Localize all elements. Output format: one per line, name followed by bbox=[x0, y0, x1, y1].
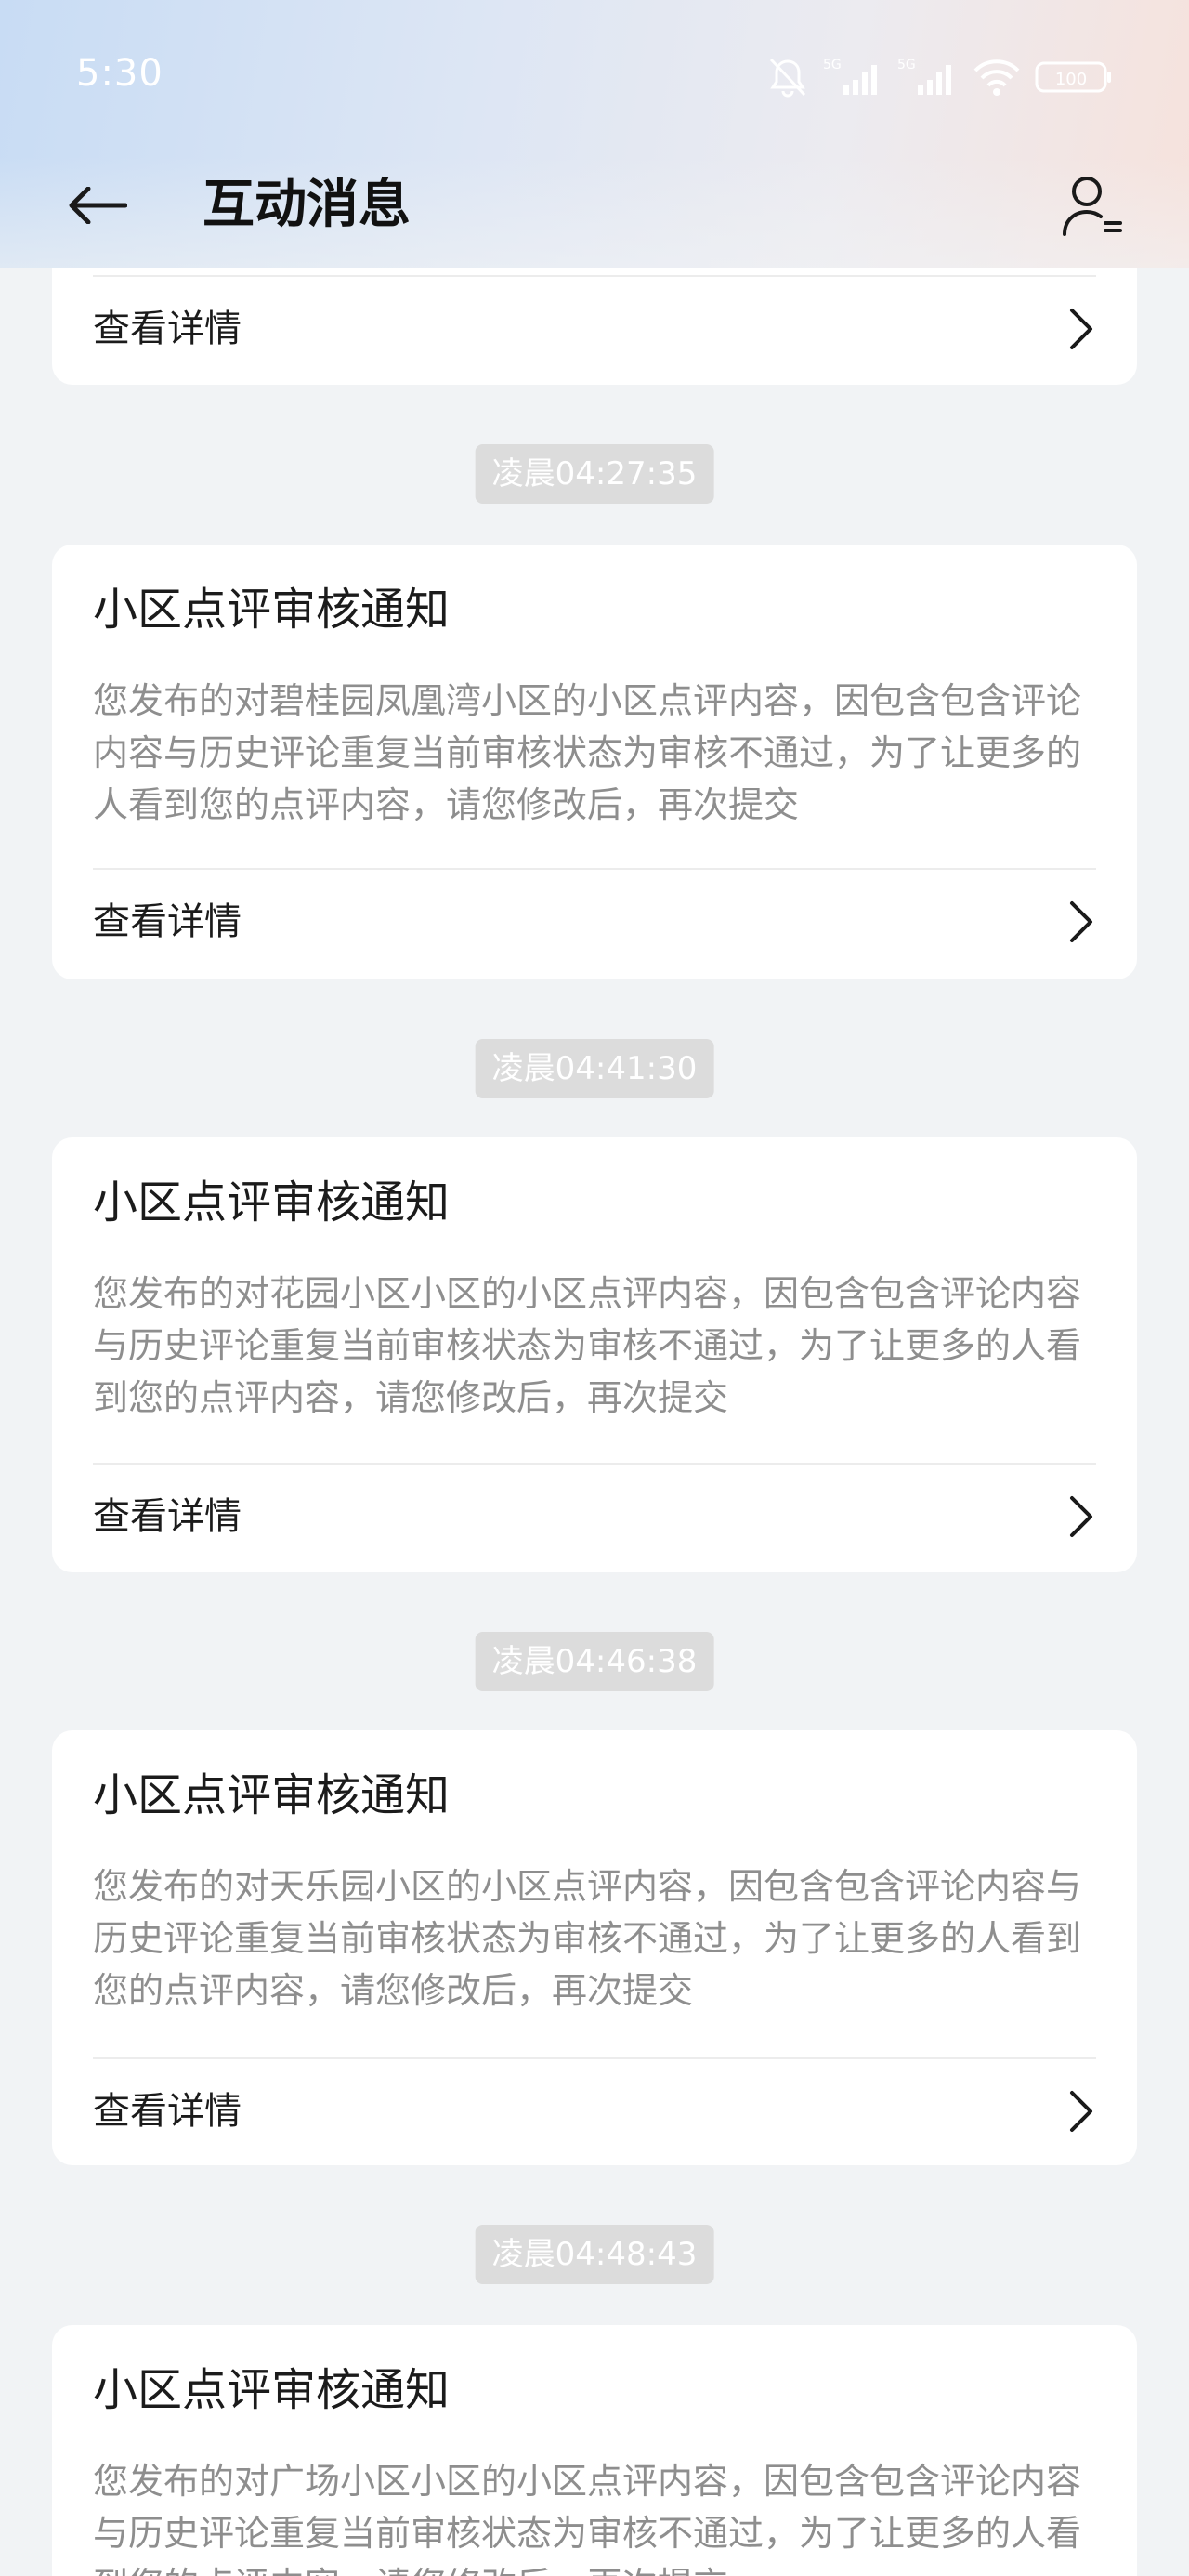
signal-5g-icon: 5G bbox=[823, 58, 877, 95]
message-title: 小区点评审核通知 bbox=[93, 1769, 451, 1821]
timestamp-badge: 凌晨04:46:38 bbox=[475, 1632, 714, 1691]
chevron-right-icon[interactable] bbox=[1061, 1489, 1102, 1544]
svg-text:5G: 5G bbox=[823, 58, 842, 72]
interaction-messages-page: 5:30 5G 5G 100 互动消息 查看详情 凌晨04:27:35 小区点评… bbox=[0, 0, 1189, 2576]
status-icons: 5G 5G 100 bbox=[765, 54, 1113, 100]
battery-icon: 100 bbox=[1035, 61, 1111, 93]
message-card: 小区点评审核通知 您发布的对广场小区小区的小区点评内容，因包含包含评论内容与历史… bbox=[52, 2325, 1137, 2576]
view-details-link[interactable]: 查看详情 bbox=[93, 894, 242, 950]
timestamp-badge: 凌晨04:48:43 bbox=[475, 2225, 714, 2284]
view-details-link[interactable]: 查看详情 bbox=[93, 1489, 242, 1544]
message-title: 小区点评审核通知 bbox=[93, 584, 451, 636]
chevron-right-icon[interactable] bbox=[1061, 2083, 1102, 2139]
user-settings-button[interactable] bbox=[1055, 169, 1130, 243]
chevron-right-icon[interactable] bbox=[1061, 894, 1102, 950]
user-list-icon bbox=[1063, 177, 1122, 236]
message-body: 您发布的对碧桂园凤凰湾小区的小区点评内容，因包含包含评论内容与历史评论重复当前审… bbox=[93, 680, 1082, 825]
message-card: 小区点评审核通知 您发布的对花园小区小区的小区点评内容，因包含包含评论内容与历史… bbox=[52, 1137, 1137, 1572]
message-card: 小区点评审核通知 您发布的对天乐园小区的小区点评内容，因包含包含评论内容与历史评… bbox=[52, 1730, 1137, 2165]
message-title: 小区点评审核通知 bbox=[93, 2364, 451, 2416]
chevron-right-icon[interactable] bbox=[1061, 301, 1102, 357]
message-card: 小区点评审核通知 您发布的对碧桂园凤凰湾小区的小区点评内容，因包含包含评论内容与… bbox=[52, 545, 1137, 979]
arrow-left-icon bbox=[69, 187, 127, 224]
timestamp-badge: 凌晨04:27:35 bbox=[475, 444, 714, 504]
svg-text:5G: 5G bbox=[897, 58, 916, 72]
back-button[interactable] bbox=[65, 173, 130, 238]
view-details-link[interactable]: 查看详情 bbox=[93, 2083, 242, 2139]
message-body: 您发布的对广场小区小区的小区点评内容，因包含包含评论内容与历史评论重复当前审核状… bbox=[93, 2461, 1082, 2576]
wifi-icon bbox=[973, 59, 1020, 96]
mute-bell-icon bbox=[769, 58, 806, 98]
signal-5g-icon-2: 5G bbox=[897, 58, 951, 95]
message-title: 小区点评审核通知 bbox=[93, 1176, 451, 1229]
message-body: 您发布的对天乐园小区的小区点评内容，因包含包含评论内容与历史评论重复当前审核状态… bbox=[93, 1866, 1082, 2011]
svg-text:100: 100 bbox=[1055, 70, 1087, 89]
header: 5:30 5G 5G 100 互动消息 bbox=[0, 0, 1189, 268]
view-details-link[interactable]: 查看详情 bbox=[93, 301, 242, 357]
timestamp-badge: 凌晨04:41:30 bbox=[475, 1039, 714, 1098]
page-title: 互动消息 bbox=[203, 175, 411, 235]
message-body: 您发布的对花园小区小区的小区点评内容，因包含包含评论内容与历史评论重复当前审核状… bbox=[93, 1273, 1082, 1418]
status-time: 5:30 bbox=[76, 52, 163, 95]
